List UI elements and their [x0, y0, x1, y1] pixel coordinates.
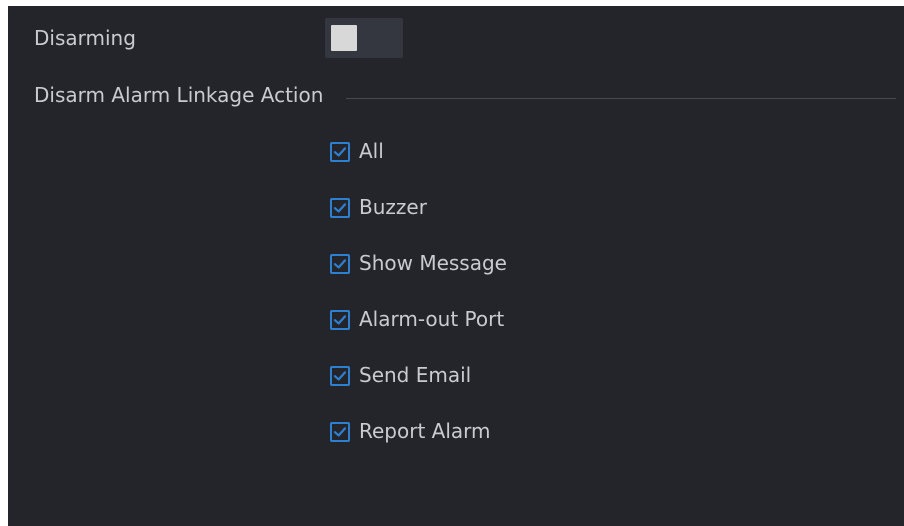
- send-email-checkbox[interactable]: [330, 366, 350, 386]
- option-buzzer[interactable]: Buzzer: [330, 190, 507, 246]
- check-icon: [333, 427, 347, 437]
- option-label-report-alarm: Report Alarm: [359, 419, 491, 443]
- check-icon: [333, 259, 347, 269]
- option-label-alarm-out-port: Alarm-out Port: [359, 307, 505, 331]
- check-icon: [333, 371, 347, 381]
- all-checkbox[interactable]: [330, 142, 350, 162]
- check-icon: [333, 203, 347, 213]
- check-icon: [333, 315, 347, 325]
- settings-panel: Disarming Disarm Alarm Linkage Action Al…: [8, 6, 904, 526]
- report-alarm-checkbox[interactable]: [330, 422, 350, 442]
- linkage-options: All Buzzer Show Message Alarm-out Port S…: [330, 134, 507, 470]
- disarming-label: Disarming: [34, 26, 136, 50]
- toggle-knob: [331, 25, 357, 51]
- disarming-toggle[interactable]: [325, 18, 403, 58]
- option-show-message[interactable]: Show Message: [330, 246, 507, 302]
- option-label-all: All: [359, 139, 384, 163]
- option-label-show-message: Show Message: [359, 251, 507, 275]
- option-label-buzzer: Buzzer: [359, 195, 427, 219]
- option-send-email[interactable]: Send Email: [330, 358, 507, 414]
- section-divider: [346, 98, 896, 99]
- check-icon: [333, 147, 347, 157]
- show-message-checkbox[interactable]: [330, 254, 350, 274]
- option-alarm-out-port[interactable]: Alarm-out Port: [330, 302, 507, 358]
- option-label-send-email: Send Email: [359, 363, 472, 387]
- alarm-out-port-checkbox[interactable]: [330, 310, 350, 330]
- option-all[interactable]: All: [330, 134, 507, 190]
- section-title: Disarm Alarm Linkage Action: [34, 83, 324, 107]
- buzzer-checkbox[interactable]: [330, 198, 350, 218]
- option-report-alarm[interactable]: Report Alarm: [330, 414, 507, 470]
